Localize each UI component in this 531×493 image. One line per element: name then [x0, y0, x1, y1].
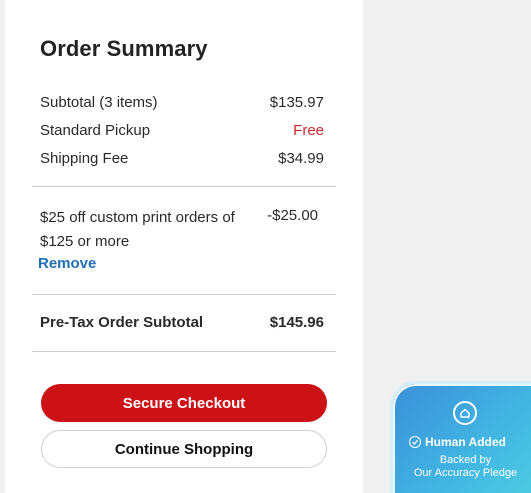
continue-shopping-button[interactable]: Continue Shopping: [41, 430, 327, 468]
subtotal-row: Subtotal (3 items) $135.97: [40, 93, 324, 113]
remove-discount-link[interactable]: Remove: [38, 255, 96, 272]
badge-line2: Our Accuracy Pledge: [413, 467, 518, 479]
shipping-label: Shipping Fee: [40, 150, 129, 167]
pickup-label: Standard Pickup: [40, 122, 151, 139]
badge-title: Human Added: [409, 435, 506, 449]
home-badge-icon: [453, 401, 477, 425]
badge-title-text: Human Added: [425, 435, 506, 449]
badge-line1: Backed by: [439, 454, 492, 466]
pickup-row: Standard Pickup Free: [40, 121, 324, 141]
secure-checkout-button[interactable]: Secure Checkout: [41, 384, 327, 422]
divider: [32, 294, 336, 295]
check-circle-icon: [409, 436, 421, 448]
divider: [32, 186, 336, 187]
subtotal-value: $135.97: [269, 94, 324, 111]
subtotal-label: Subtotal (3 items): [40, 94, 158, 111]
pretax-subtotal-row: Pre-Tax Order Subtotal $145.96: [40, 313, 324, 333]
human-added-badge[interactable]: Human Added Backed by Our Accuracy Pledg…: [390, 381, 531, 493]
discount-label: $25 off custom print orders of $125 or m…: [40, 209, 235, 250]
divider: [32, 351, 336, 352]
pretax-value: $145.96: [269, 314, 324, 331]
pickup-value: Free: [293, 122, 324, 139]
pretax-label: Pre-Tax Order Subtotal: [40, 314, 204, 331]
order-summary-title: Order Summary: [40, 36, 208, 61]
shipping-row: Shipping Fee $34.99: [40, 149, 324, 169]
discount-value: -$25.00: [267, 207, 318, 224]
order-summary-panel: Order Summary Subtotal (3 items) $135.97…: [5, 0, 363, 493]
shipping-value: $34.99: [278, 150, 324, 167]
badge-subtitle: Backed by Our Accuracy Pledge: [393, 454, 531, 480]
